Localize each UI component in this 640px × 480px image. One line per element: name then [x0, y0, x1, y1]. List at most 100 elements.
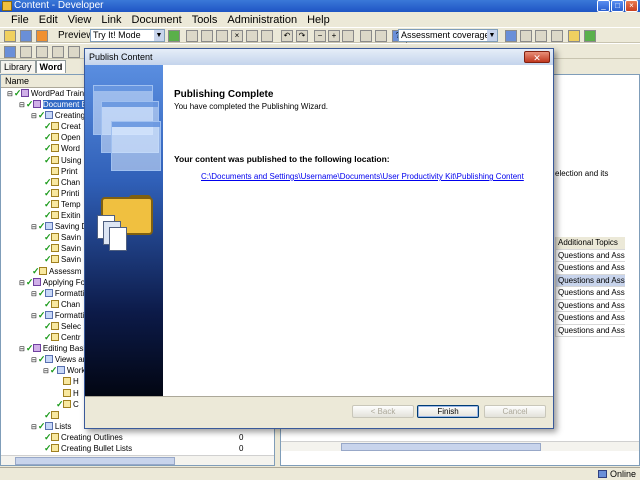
- dialog-title-bar[interactable]: Publish Content ✕: [85, 49, 553, 65]
- tree-expander-icon[interactable]: ⊟: [19, 280, 25, 287]
- tree-expander-icon[interactable]: ⊟: [43, 368, 49, 375]
- spellcheck-icon[interactable]: [375, 30, 387, 42]
- find-replace-icon[interactable]: [360, 30, 372, 42]
- dialog-close-button[interactable]: ✕: [524, 51, 550, 63]
- link-icon[interactable]: [52, 46, 64, 58]
- open-folder-icon[interactable]: [4, 30, 16, 42]
- book-icon: [32, 344, 41, 353]
- save-icon[interactable]: [20, 30, 32, 42]
- folder-documents-icon: [97, 195, 153, 253]
- right-horizontal-scrollbar[interactable]: [281, 441, 639, 451]
- redo-icon[interactable]: ↷: [296, 30, 308, 42]
- tree-expander-icon[interactable]: ⊟: [19, 102, 25, 109]
- new-topic-icon[interactable]: [36, 46, 48, 58]
- additional-topics-header[interactable]: Additional Topics: [555, 237, 625, 250]
- undo-icon[interactable]: ↶: [281, 30, 293, 42]
- table-row[interactable]: Questions and Ass...: [555, 312, 625, 325]
- coverage-check-icon: ✓: [44, 298, 52, 309]
- cut-icon[interactable]: [186, 30, 198, 42]
- tree-expander-icon[interactable]: ⊟: [31, 291, 37, 298]
- tree-item-label: Creat: [61, 122, 81, 132]
- preview-mode-select[interactable]: Try It! Mode ▼: [90, 29, 165, 42]
- table-row[interactable]: Questions and Ass...: [555, 287, 625, 300]
- table-row[interactable]: Questions and Ass...: [555, 274, 625, 287]
- delete-icon[interactable]: ×: [231, 30, 243, 42]
- tab-library[interactable]: Library: [0, 60, 36, 73]
- tree-expander-icon[interactable]: ⊟: [31, 313, 37, 320]
- tab-word[interactable]: Word: [35, 60, 67, 73]
- menu-document[interactable]: Document: [127, 13, 187, 27]
- window-title-bar[interactable]: Content - Developer _ □ ×: [0, 0, 640, 12]
- play-icon[interactable]: [168, 30, 180, 42]
- coverage-check-icon: ✓: [44, 121, 52, 132]
- layout-4-icon[interactable]: [551, 30, 563, 42]
- book-icon: [32, 100, 41, 109]
- tree-item-count: 0: [239, 432, 244, 442]
- table-row[interactable]: Questions and Ass...: [555, 262, 625, 275]
- tree-item-label: Work: [66, 366, 86, 376]
- view-select[interactable]: Assessment coverage view ▼: [398, 29, 498, 51]
- menu-tools[interactable]: Tools: [187, 13, 223, 27]
- find-icon[interactable]: [261, 30, 273, 42]
- tree-expander-icon[interactable]: ⊟: [31, 113, 37, 120]
- tree-item[interactable]: ✓ Creating Outlines 0: [1, 432, 274, 443]
- tree-expander-icon[interactable]: ⊟: [19, 346, 25, 353]
- module-icon: [56, 366, 65, 375]
- published-location-link[interactable]: C:\Documents and Settings\Username\Docum…: [201, 172, 524, 181]
- topic-icon: [51, 444, 59, 452]
- coverage-check-icon: ✓: [44, 243, 52, 254]
- tree-expander-icon[interactable]: ⊟: [31, 357, 37, 364]
- topic-icon: [51, 166, 59, 175]
- module-icon: [44, 111, 53, 120]
- scrollbar-thumb[interactable]: [341, 443, 541, 451]
- menu-view[interactable]: View: [63, 13, 97, 27]
- new-document-icon[interactable]: [4, 46, 16, 58]
- tree-item[interactable]: ✓ Creating Bullet Lists 0: [1, 443, 274, 454]
- layout-1-icon[interactable]: [505, 30, 517, 42]
- menu-administration[interactable]: Administration: [222, 13, 302, 27]
- tree-item-label: Savin: [61, 255, 82, 265]
- tree-expander-icon[interactable]: ⊟: [31, 224, 37, 231]
- coverage-check-icon: ✓: [44, 443, 52, 453]
- properties-icon[interactable]: [246, 30, 258, 42]
- status-bar: Online: [0, 467, 640, 480]
- tree-item-label: H: [73, 377, 79, 387]
- expand-icon[interactable]: +: [328, 30, 340, 42]
- layout-3-icon[interactable]: [535, 30, 547, 42]
- collapse-icon[interactable]: −: [314, 30, 326, 42]
- new-module-icon[interactable]: [20, 46, 32, 58]
- module-icon: [44, 288, 53, 297]
- paste-icon[interactable]: [216, 30, 228, 42]
- table-row[interactable]: Questions and Ass...: [555, 299, 625, 312]
- publish-icon[interactable]: [568, 30, 580, 42]
- cancel-button[interactable]: Cancel: [484, 405, 546, 418]
- finish-button[interactable]: Finish: [417, 405, 479, 418]
- tree-expander-icon[interactable]: ⊟: [31, 424, 37, 431]
- online-icon: [597, 470, 607, 478]
- menu-file[interactable]: File: [6, 13, 34, 27]
- left-horizontal-scrollbar[interactable]: [1, 455, 274, 465]
- back-button[interactable]: < Back: [352, 405, 414, 418]
- menu-edit[interactable]: Edit: [34, 13, 63, 27]
- copy-icon[interactable]: [201, 30, 213, 42]
- close-button[interactable]: ×: [625, 0, 638, 12]
- tree-expander-icon[interactable]: ⊟: [7, 91, 13, 98]
- tree-item-label: Lists: [54, 421, 72, 431]
- scrollbar-thumb[interactable]: [15, 457, 175, 465]
- coverage-check-icon: ✓: [44, 198, 52, 209]
- outline-icon[interactable]: [342, 30, 354, 42]
- maximize-button[interactable]: □: [611, 0, 624, 12]
- menu-help[interactable]: Help: [302, 13, 335, 27]
- coverage-check-icon: ✓: [44, 254, 52, 265]
- refresh-icon[interactable]: [584, 30, 596, 42]
- tree-item-label: Centr: [61, 333, 81, 343]
- layout-2-icon[interactable]: [520, 30, 532, 42]
- menu-link[interactable]: Link: [96, 13, 126, 27]
- table-row[interactable]: Questions and Ass...: [555, 249, 625, 262]
- topic-icon: [51, 321, 59, 330]
- package-icon[interactable]: [68, 46, 80, 58]
- table-row[interactable]: Questions and Ass...: [555, 324, 625, 337]
- minimize-button[interactable]: _: [597, 0, 610, 12]
- record-icon[interactable]: [36, 30, 48, 42]
- tree-item-label: Formatti: [54, 310, 85, 320]
